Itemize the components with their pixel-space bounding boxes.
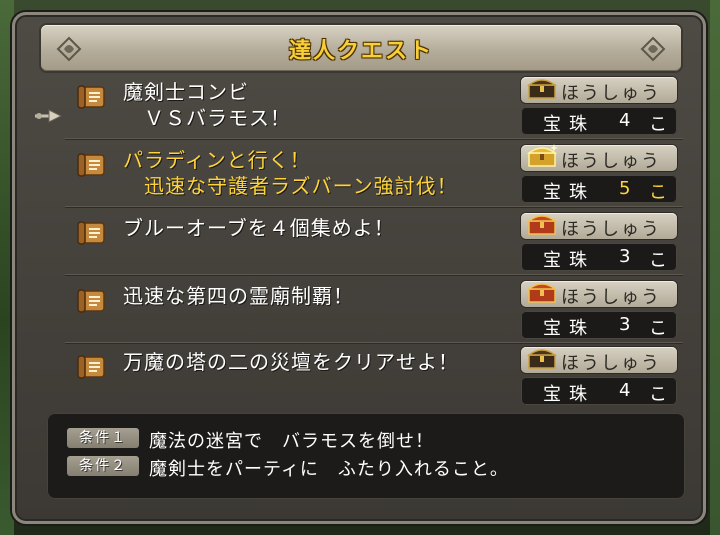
scroll-icon — [77, 221, 105, 245]
divider — [65, 274, 683, 275]
quest-row-4[interactable]: 迅速な第四の霊廟制覇！ ほうしゅう 宝珠 3 こ — [65, 279, 683, 343]
divider — [65, 138, 683, 139]
quest-title: 万魔の塔の二の災壇をクリアせよ！ — [123, 350, 459, 374]
quest-row-2[interactable]: パラディンと行く！ 迅速な守護者ラズバーン強討伐！ ほうしゅう 宝珠 5 こ — [65, 143, 683, 207]
scroll-icon — [77, 289, 105, 313]
treasure-chest-dark-icon — [526, 349, 558, 369]
window-title: 達人クエスト — [288, 39, 433, 64]
condition-tag: 条件２ — [67, 456, 139, 476]
reward-box: ほうしゅう 宝珠 3 こ — [521, 281, 677, 339]
quest-row-3[interactable]: ブルーオーブを４個集めよ！ ほうしゅう 宝珠 3 こ — [65, 211, 683, 275]
condition-tag: 条件１ — [67, 428, 139, 448]
scroll-icon — [77, 355, 105, 379]
quest-title: パラディンと行く！ 迅速な守護者ラズバーン強討伐！ — [123, 148, 458, 198]
quest-row-1[interactable]: 魔剣士コンビ ＶＳバラモス！ ほうしゅう 宝珠 4 こ — [65, 75, 683, 139]
divider — [65, 342, 683, 343]
treasure-chest-gold-icon — [526, 144, 558, 167]
reward-count: 3 — [619, 246, 631, 267]
reward-count: 4 — [619, 110, 631, 131]
scroll-icon — [77, 153, 105, 177]
quest-row-5[interactable]: 万魔の塔の二の災壇をクリアせよ！ ほうしゅう 宝珠 4 こ — [65, 345, 683, 405]
reward-count: 3 — [619, 314, 631, 335]
scroll-icon — [77, 85, 105, 109]
reward-box: ほうしゅう 宝珠 3 こ — [521, 213, 677, 271]
selection-cursor-icon — [35, 109, 63, 123]
reward-count: 4 — [619, 380, 631, 401]
treasure-chest-red-icon — [526, 283, 558, 303]
quest-title: 魔剣士コンビ ＶＳバラモス！ — [123, 80, 291, 130]
treasure-chest-dark-icon — [526, 79, 558, 99]
title-bar: 達人クエスト — [41, 25, 681, 71]
conditions-panel: 条件１ 魔法の迷宮で バラモスを倒せ！ 条件２ 魔剣士をパーティに ふたり入れる… — [47, 413, 685, 499]
quest-window: 達人クエスト 魔剣士コンビ ＶＳバラモス！ ほうしゅう 宝珠 4 こ パラディン… — [12, 12, 706, 524]
reward-box: ほうしゅう 宝珠 5 こ — [521, 144, 677, 203]
ornament-icon — [640, 36, 666, 62]
reward-box: ほうしゅう 宝珠 4 こ — [521, 77, 677, 135]
divider — [65, 206, 683, 207]
reward-box: ほうしゅう 宝珠 4 こ — [521, 347, 677, 405]
condition-text: 魔法の迷宮で バラモスを倒せ！ — [149, 431, 434, 452]
quest-title: ブルーオーブを４個集めよ！ — [123, 216, 395, 240]
quest-title: 迅速な第四の霊廟制覇！ — [123, 284, 354, 308]
reward-count: 5 — [619, 178, 631, 199]
condition-text: 魔剣士をパーティに ふたり入れること。 — [149, 459, 509, 480]
background-right — [710, 0, 720, 535]
treasure-chest-red-icon — [526, 215, 558, 235]
